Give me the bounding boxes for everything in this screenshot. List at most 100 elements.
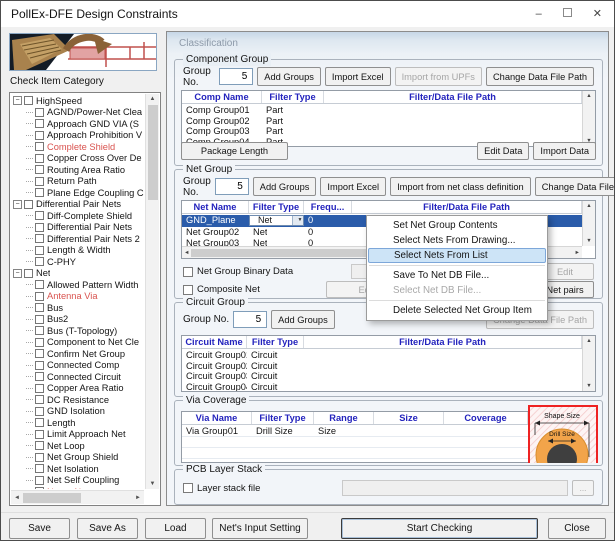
tree-item[interactable]: − Approach GND VIA (S — [12, 118, 144, 130]
tree-item[interactable]: − AGND/Power-Net Clea — [12, 107, 144, 119]
tree-item[interactable]: − Confirm Net Group — [12, 348, 144, 360]
tree-item[interactable]: − Net Self Coupling — [12, 475, 144, 487]
column-header[interactable]: Filter/Data File Path — [352, 201, 582, 213]
tree-item[interactable]: − Length & Width — [12, 245, 144, 257]
tree-checkbox[interactable] — [35, 361, 44, 370]
load-button[interactable]: Load — [145, 518, 206, 539]
column-header[interactable]: Coverage — [444, 412, 528, 424]
tree-item[interactable]: − Complete Shield — [12, 141, 144, 153]
column-header[interactable]: Filter Type — [252, 412, 314, 424]
context-menu-item[interactable]: Delete Selected Net Group Item — [367, 303, 547, 318]
tree-item[interactable]: − Limit Approach Net — [12, 429, 144, 441]
dropdown-icon[interactable]: ▼ — [292, 216, 303, 225]
column-header[interactable]: Filter/Data File Path — [304, 336, 582, 348]
tree-item[interactable]: − Length — [12, 417, 144, 429]
scroll-down-icon[interactable]: ▼ — [586, 238, 591, 244]
tree-checkbox[interactable] — [35, 142, 44, 151]
tree-checkbox[interactable] — [35, 372, 44, 381]
net-group-binary-checkbox[interactable] — [183, 267, 193, 277]
context-menu-item[interactable]: Select Nets From Drawing... — [367, 233, 547, 248]
change-data-file-path-button[interactable]: Change Data File Path — [535, 177, 615, 196]
tree-item[interactable]: − C-PHY — [12, 256, 144, 268]
table-row[interactable]: Comp Group03 Part — [182, 126, 582, 137]
edit-data-button[interactable]: Edit Data — [477, 142, 529, 160]
close-dialog-button[interactable]: Close — [548, 518, 606, 539]
tree-checkbox[interactable] — [35, 453, 44, 462]
column-header[interactable]: Net Name — [182, 201, 249, 213]
tree-checkbox[interactable] — [35, 303, 44, 312]
tree-item[interactable]: − Net to Net — [12, 486, 144, 489]
nets-input-setting-button[interactable]: Net's Input Setting — [212, 518, 308, 539]
tree-checkbox[interactable] — [35, 326, 44, 335]
change-data-file-path-button[interactable]: Change Data File Path — [486, 67, 594, 86]
tree-item[interactable]: − Differential Pair Nets 2 — [12, 233, 144, 245]
tree-item[interactable]: − Plane Edge Coupling C — [12, 187, 144, 199]
tree-checkbox[interactable] — [35, 464, 44, 473]
tree-checkbox[interactable] — [24, 200, 33, 209]
tree-checkbox[interactable] — [35, 292, 44, 301]
tree-item[interactable]: − GND Isolation — [12, 406, 144, 418]
scroll-left-icon[interactable]: ◄ — [14, 495, 20, 501]
add-groups-button[interactable]: Add Groups — [271, 310, 335, 329]
table-vertical-scrollbar[interactable]: ▲ ▼ — [582, 91, 595, 146]
tree-item[interactable]: − Routing Area Ratio — [12, 164, 144, 176]
package-length-button[interactable]: Package Length — [181, 142, 288, 160]
context-menu-item[interactable]: Save To Net DB File... — [367, 268, 547, 283]
tree-vertical-scrollbar[interactable]: ▲ ▼ — [145, 94, 159, 489]
table-vertical-scrollbar[interactable]: ▲ ▼ — [582, 201, 595, 246]
add-groups-button[interactable]: Add Groups — [257, 67, 321, 86]
column-header[interactable]: Range — [314, 412, 374, 424]
scroll-right-icon[interactable]: ► — [575, 250, 580, 256]
maximize-button[interactable] — [563, 8, 572, 20]
tree-checkbox[interactable] — [35, 315, 44, 324]
start-checking-button[interactable]: Start Checking — [341, 518, 538, 539]
tree-checkbox[interactable] — [35, 131, 44, 140]
column-header[interactable]: Filter Type — [262, 91, 324, 103]
column-header[interactable]: Circuit Name — [182, 336, 247, 348]
scroll-up-icon[interactable]: ▲ — [150, 96, 156, 102]
tree-item[interactable]: − Approach Prohibition V — [12, 130, 144, 142]
tree-expander-icon[interactable]: − — [13, 96, 22, 105]
tree-checkbox[interactable] — [35, 384, 44, 393]
tree-item[interactable]: − Differential Pair Nets — [12, 222, 144, 234]
tree-checkbox[interactable] — [35, 349, 44, 358]
table-row[interactable]: Circuit Group02 Circuit — [182, 361, 582, 372]
tree-checkbox[interactable] — [35, 154, 44, 163]
tree-item[interactable]: − Diff-Complete Shield — [12, 210, 144, 222]
tree-item[interactable]: − Net Loop — [12, 440, 144, 452]
tree-checkbox[interactable] — [35, 487, 44, 489]
tree-item[interactable]: − Bus2 — [12, 314, 144, 326]
tree-checkbox[interactable] — [35, 246, 44, 255]
table-row[interactable]: Circuit Group04 Circuit — [182, 382, 582, 391]
column-header[interactable]: Via Name — [182, 412, 252, 424]
scroll-up-icon[interactable]: ▲ — [586, 338, 591, 344]
column-header[interactable]: Frequ... — [304, 201, 352, 213]
tree-item[interactable]: − Copper Area Ratio — [12, 383, 144, 395]
table-row[interactable]: Circuit Group03 Circuit — [182, 371, 582, 382]
context-menu-item[interactable]: Select Net DB File... — [367, 283, 547, 298]
column-header[interactable]: Comp Name — [182, 91, 262, 103]
tree-item[interactable]: − Connected Comp — [12, 360, 144, 372]
component-group-no-input[interactable] — [219, 68, 253, 85]
import-excel-button[interactable]: Import Excel — [320, 177, 386, 196]
tree-checkbox[interactable] — [35, 108, 44, 117]
scroll-up-icon[interactable]: ▲ — [586, 203, 591, 209]
composite-net-checkbox[interactable] — [183, 285, 193, 295]
tree-checkbox[interactable] — [35, 418, 44, 427]
save-button[interactable]: Save — [9, 518, 70, 539]
scroll-left-icon[interactable]: ◄ — [184, 250, 189, 256]
minimize-button[interactable]: – — [536, 9, 542, 20]
table-vertical-scrollbar[interactable]: ▲ ▼ — [582, 336, 595, 391]
tree-checkbox[interactable] — [35, 188, 44, 197]
tree-checkbox[interactable] — [35, 165, 44, 174]
tree-checkbox[interactable] — [24, 269, 33, 278]
column-header[interactable]: Size — [374, 412, 444, 424]
tree-item[interactable]: − Connected Circuit — [12, 371, 144, 383]
layer-stack-file-checkbox[interactable] — [183, 483, 193, 493]
tree-checkbox[interactable] — [24, 96, 33, 105]
tree-checkbox[interactable] — [35, 338, 44, 347]
scrollbar-thumb[interactable] — [23, 493, 81, 503]
close-button[interactable]: ✕ — [593, 9, 602, 20]
tree-item[interactable]: − Net Group Shield — [12, 452, 144, 464]
scroll-up-icon[interactable]: ▲ — [586, 93, 591, 99]
